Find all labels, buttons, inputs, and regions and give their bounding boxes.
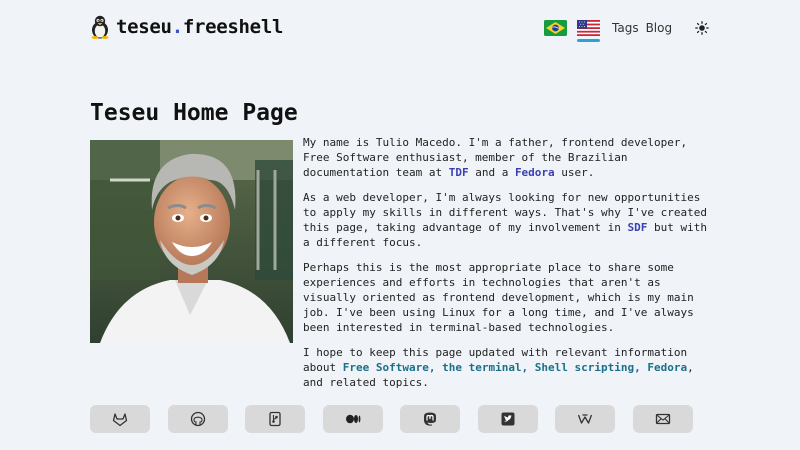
brand-name-part: teseu xyxy=(116,16,172,38)
sun-icon[interactable] xyxy=(695,21,709,35)
medium-button[interactable] xyxy=(323,405,383,433)
topics-paragraph: I hope to keep this page updated with re… xyxy=(303,345,711,390)
site-header: teseu.freeshell Tags Blog xyxy=(0,0,800,54)
github-button[interactable] xyxy=(168,405,228,433)
email-icon xyxy=(655,413,671,425)
language-en-us[interactable] xyxy=(577,16,600,42)
topics-link[interactable]: Free Software, the terminal, Shell scrip… xyxy=(343,361,687,374)
portrait-illustration xyxy=(90,140,293,343)
twitter-button[interactable] xyxy=(478,405,538,433)
sdf-link[interactable]: SDF xyxy=(628,221,648,234)
nav-blog-link[interactable]: Blog xyxy=(646,21,673,35)
wordpress-button[interactable] xyxy=(555,405,615,433)
medium-icon xyxy=(346,414,361,424)
developer-paragraph: As a web developer, I'm always looking f… xyxy=(303,190,711,250)
experience-paragraph: Perhaps this is the most appropriate pla… xyxy=(303,261,694,334)
language-pt-br[interactable] xyxy=(544,16,567,40)
mastodon-button[interactable] xyxy=(400,405,460,433)
main-nav: Tags Blog xyxy=(544,16,709,42)
git-icon xyxy=(269,411,281,427)
intro-text: My name is Tulio Macedo. I'm a father, f… xyxy=(303,135,711,400)
github-icon xyxy=(190,411,206,427)
usa-flag-icon xyxy=(577,20,600,36)
intro-paragraph: My name is Tulio Macedo. I'm a father, f… xyxy=(303,135,711,180)
profile-portrait xyxy=(90,140,293,343)
page-title: Teseu Home Page xyxy=(90,100,298,126)
social-links xyxy=(90,405,700,433)
gitlab-button[interactable] xyxy=(90,405,150,433)
brazil-flag-icon xyxy=(544,20,567,36)
text: and a xyxy=(468,166,515,179)
fedora-link[interactable]: Fedora xyxy=(515,166,555,179)
site-logo[interactable]: teseu.freeshell xyxy=(90,14,283,40)
brand-dot: . xyxy=(171,16,183,38)
email-button[interactable] xyxy=(633,405,693,433)
gitlab-icon xyxy=(112,413,128,427)
twitter-icon xyxy=(501,412,515,426)
mastodon-icon xyxy=(424,412,436,426)
brand-suffix: freeshell xyxy=(182,16,284,38)
tdf-link[interactable]: TDF xyxy=(449,166,469,179)
nav-tags-link[interactable]: Tags xyxy=(612,21,639,35)
text: user. xyxy=(554,166,595,179)
git-button[interactable] xyxy=(245,405,305,433)
tux-icon xyxy=(91,15,109,39)
brand-name: teseu.freeshell xyxy=(116,16,283,38)
wordpress-icon xyxy=(577,414,593,424)
